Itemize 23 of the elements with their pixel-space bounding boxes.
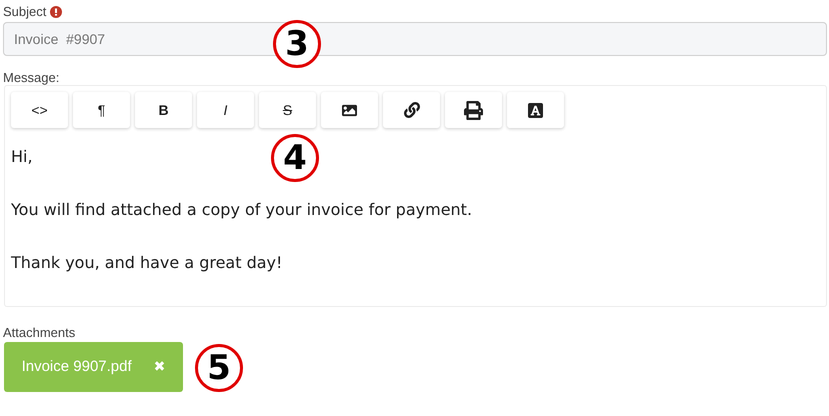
message-paragraph: You will find attached a copy of your invoice for payment. <box>11 199 472 220</box>
message-paragraph: Hi, <box>11 146 33 167</box>
callout-number: 3 <box>273 20 321 68</box>
image-icon <box>341 102 358 118</box>
toolbar-button[interactable]: ¶ <box>73 92 130 128</box>
font-icon <box>528 102 543 118</box>
toolbar-button[interactable]: <> <box>11 92 68 128</box>
italic-button[interactable]: I <box>197 92 254 128</box>
link-button[interactable] <box>383 92 440 128</box>
message-paragraph: Thank you, and have a great day! <box>11 252 282 273</box>
strikethrough-button[interactable]: S <box>259 92 316 128</box>
font-button[interactable] <box>507 92 564 128</box>
subject-label: Subject <box>3 3 46 22</box>
callout-number: 4 <box>271 134 319 182</box>
print-button[interactable] <box>445 92 502 128</box>
callout-number: 5 <box>195 344 243 392</box>
attachment-name: Invoice 9907.pdf <box>22 356 132 377</box>
link-icon <box>404 102 420 118</box>
image-button[interactable] <box>321 92 378 128</box>
bold-button[interactable]: B <box>135 92 192 128</box>
attachments-label: Attachments <box>3 324 76 341</box>
printer-icon <box>464 100 483 120</box>
message-label: Message: <box>3 69 60 84</box>
